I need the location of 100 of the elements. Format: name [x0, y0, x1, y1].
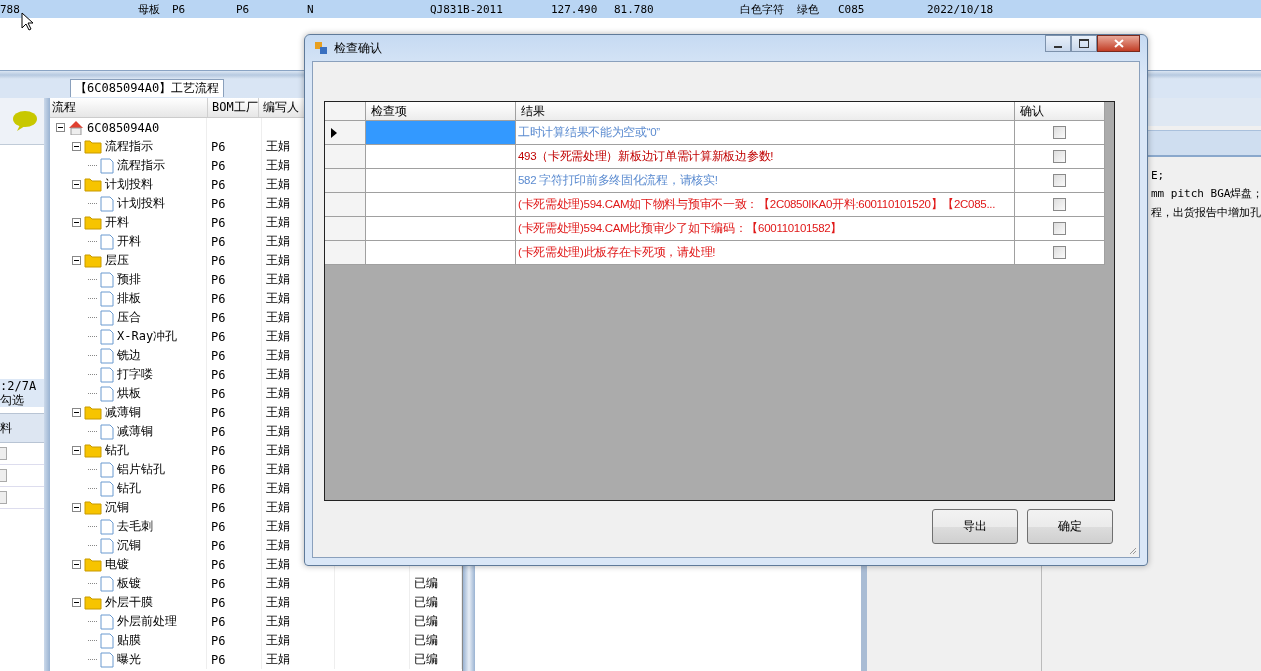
- checkbox-icon[interactable]: [0, 447, 7, 460]
- minimize-icon[interactable]: [1045, 35, 1071, 52]
- document-icon: [100, 328, 114, 345]
- table-cell: (卡死需处理)此板存在卡死项，请处理!: [516, 241, 1015, 264]
- collapse-icon[interactable]: [72, 218, 81, 227]
- tree-item[interactable]: 电镀: [105, 556, 129, 573]
- checkbox-icon[interactable]: [0, 469, 7, 482]
- tree-item[interactable]: 开料: [117, 233, 141, 250]
- tree-item[interactable]: 钻孔: [105, 442, 129, 459]
- tree-item[interactable]: 流程指示: [117, 157, 165, 174]
- tree-item[interactable]: 6C085094A0: [87, 120, 160, 135]
- collapse-icon[interactable]: [72, 503, 81, 512]
- home-icon: [68, 120, 84, 135]
- tree-item[interactable]: 铝片钻孔: [117, 461, 165, 478]
- tree-item[interactable]: 预排: [117, 271, 141, 288]
- checkbox[interactable]: [1053, 246, 1066, 259]
- table-cell: 王娟: [266, 366, 290, 383]
- table-cell-text: 白色字符: [740, 1, 785, 17]
- collapse-icon[interactable]: [72, 408, 81, 417]
- collapse-icon[interactable]: [72, 446, 81, 455]
- document-icon: [100, 632, 114, 649]
- table-cell: 已编: [414, 651, 438, 668]
- collapse-icon[interactable]: [72, 560, 81, 569]
- table-cell: 王娟: [266, 176, 290, 193]
- column-header[interactable]: 结果: [516, 102, 1015, 120]
- tree-item[interactable]: 减薄铜: [117, 423, 153, 440]
- column-header[interactable]: 检查项: [366, 102, 516, 120]
- checkbox[interactable]: [1053, 126, 1066, 139]
- column-header[interactable]: 流程: [50, 98, 208, 117]
- collapse-icon[interactable]: [72, 598, 81, 607]
- checkbox-icon[interactable]: [0, 491, 7, 504]
- dialog-button[interactable]: 导出: [932, 509, 1018, 544]
- tree-item[interactable]: 计划投料: [117, 195, 165, 212]
- document-icon: [100, 461, 114, 478]
- collapse-icon[interactable]: [72, 256, 81, 265]
- tree-item[interactable]: 板镀: [117, 575, 141, 592]
- table-cell: P6: [211, 443, 226, 458]
- collapse-icon[interactable]: [72, 142, 81, 151]
- tree-item[interactable]: 打字喽: [117, 366, 153, 383]
- tree-item[interactable]: 外层干膜: [105, 594, 153, 611]
- table-cell-text: 2022/10/18: [927, 2, 995, 16]
- resize-grip-icon[interactable]: [1129, 547, 1137, 555]
- table-cell-text: P6: [236, 2, 251, 16]
- tree-item[interactable]: 沉铜: [105, 499, 129, 516]
- tree-item[interactable]: 钻孔: [117, 480, 141, 497]
- document-icon: [100, 290, 114, 307]
- close-icon[interactable]: [1097, 35, 1140, 52]
- tree-item[interactable]: X-Ray冲孔: [117, 328, 178, 345]
- tree-item[interactable]: 开料: [105, 214, 129, 231]
- folder-icon: [84, 177, 102, 192]
- collapse-icon[interactable]: [72, 180, 81, 189]
- column-header[interactable]: BOM工厂: [208, 98, 259, 117]
- folder-icon: [84, 500, 102, 515]
- table-cell: 王娟: [266, 271, 290, 288]
- tree-item[interactable]: 曝光: [117, 651, 141, 668]
- table-cell: 王娟: [266, 461, 290, 478]
- tree-item[interactable]: 贴膜: [117, 632, 141, 649]
- tab[interactable]: 【6C085094A0】工艺流程: [70, 79, 225, 97]
- tree-item[interactable]: 层压: [105, 252, 129, 269]
- table-cell: P6: [211, 633, 226, 648]
- table-cell[interactable]: [366, 121, 516, 144]
- table-cell: 王娟: [266, 575, 290, 592]
- checkbox[interactable]: [1053, 222, 1066, 235]
- tree-item[interactable]: 烘板: [117, 385, 141, 402]
- document-icon: [100, 271, 114, 288]
- table-cell: 王娟: [266, 214, 290, 231]
- note-text: 程，出货报告中增加孔: [1151, 205, 1261, 220]
- table-cell: 王娟: [266, 613, 290, 630]
- collapse-icon[interactable]: [56, 123, 65, 132]
- panel-text: 勾选: [0, 393, 44, 407]
- document-icon: [100, 651, 114, 668]
- document-icon: [100, 347, 114, 364]
- checkbox[interactable]: [1053, 174, 1066, 187]
- table-cell: 王娟: [266, 233, 290, 250]
- cursor-icon: [21, 12, 33, 31]
- checkbox[interactable]: [1053, 198, 1066, 211]
- table-cell: P6: [211, 424, 226, 439]
- table-cell-text: 母板: [138, 1, 161, 17]
- tree-item[interactable]: 去毛刺: [117, 518, 153, 535]
- table-cell: 王娟: [266, 594, 290, 611]
- dialog-button[interactable]: 确定: [1027, 509, 1113, 544]
- tree-item[interactable]: 沉铜: [117, 537, 141, 554]
- tree-item[interactable]: 流程指示: [105, 138, 153, 155]
- maximize-icon[interactable]: [1071, 35, 1097, 52]
- document-icon: [100, 575, 114, 592]
- table-cell: 工时计算结果不能为空或“0”: [516, 121, 1015, 144]
- selected-table-row[interactable]: 788 母板 P6 P6 N QJ831B-2011 127.490 81.780 白色字符 绿色 C085 2022/10/18: [0, 0, 1261, 18]
- tree-item[interactable]: 压合: [117, 309, 141, 326]
- table-cell: (卡死需处理)594.CAM比预审少了如下编码：【600110101582】: [516, 217, 1015, 240]
- column-header[interactable]: 确认: [1015, 102, 1105, 120]
- table-cell: P6: [211, 158, 226, 173]
- tree-item[interactable]: 铣边: [117, 347, 141, 364]
- table-cell-text: 788: [0, 2, 21, 16]
- tree-item[interactable]: 排板: [117, 290, 141, 307]
- tree-item[interactable]: 减薄铜: [105, 404, 141, 421]
- row-header[interactable]: [325, 121, 366, 144]
- tree-item[interactable]: 外层前处理: [117, 613, 177, 630]
- checkbox[interactable]: [1053, 150, 1066, 163]
- document-icon: [100, 613, 114, 630]
- tree-item[interactable]: 计划投料: [105, 176, 153, 193]
